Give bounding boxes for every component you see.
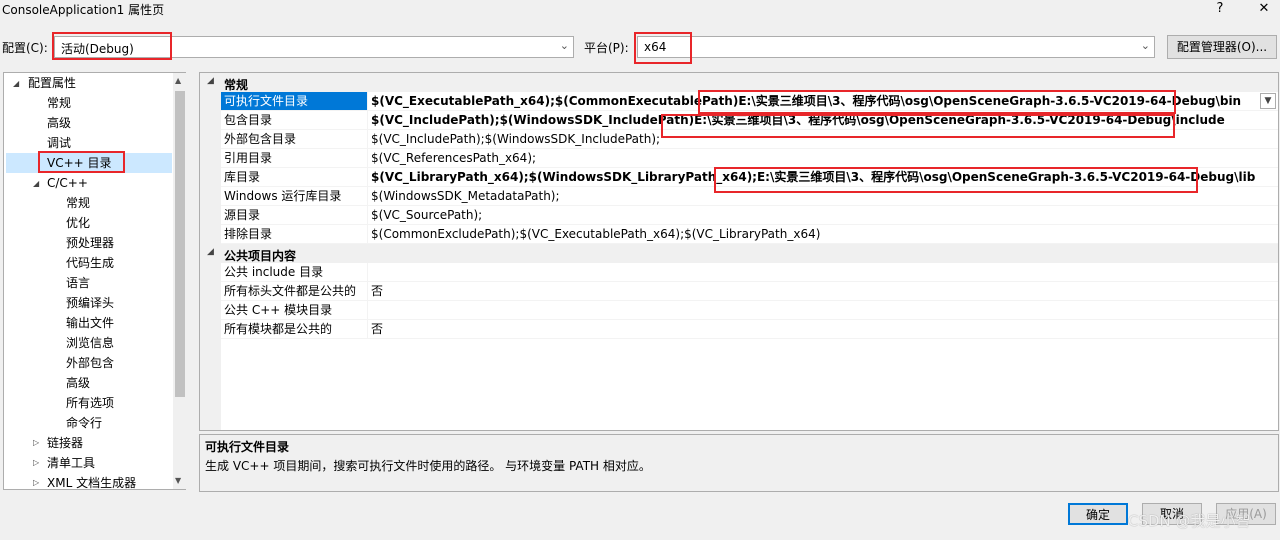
tree-item-all-options[interactable]: 所有选项	[66, 393, 114, 413]
description-panel: 可执行文件目录 生成 VC++ 项目期间，搜索可执行文件时使用的路径。 与环境变…	[199, 434, 1279, 492]
tree-item-browse-info[interactable]: 浏览信息	[66, 333, 114, 353]
property-row-executable-dirs[interactable]: 可执行文件目录 $(VC_ExecutablePath_x64);$(Commo…	[200, 92, 1278, 111]
user-path-value: E:\实景三维项目\3、程序代码\osg\OpenSceneGraph-3.6.…	[738, 94, 1242, 108]
collapsed-icon[interactable]: ▷	[33, 458, 39, 467]
inherited-value: $(VC_IncludePath);$(WindowsSDK_IncludePa…	[371, 113, 695, 127]
tree-item-manifest-tool[interactable]: 清单工具	[47, 453, 95, 473]
property-name: 外部包含目录	[221, 130, 367, 149]
config-label: 配置(C):	[2, 41, 48, 55]
property-row-external-include-dirs[interactable]: 外部包含目录 $(VC_IncludePath);$(WindowsSDK_In…	[200, 130, 1278, 149]
category-label: 公共项目内容	[224, 249, 297, 263]
collapsed-icon[interactable]: ▷	[33, 478, 39, 487]
property-row-reference-dirs[interactable]: 引用目录 $(VC_ReferencesPath_x64);	[200, 149, 1278, 168]
property-name: 库目录	[221, 168, 367, 187]
tree-item-preprocessor[interactable]: 预处理器	[66, 233, 114, 253]
watermark: CSDN @我是小智	[1128, 512, 1251, 530]
title-bar: ConsoleApplication1 属性页 ? ✕	[0, 0, 1280, 20]
tree-item-xml-doc-generator[interactable]: XML 文档生成器	[47, 473, 136, 493]
property-tree: ◢ 配置属性 常规 高级 调试 VC++ 目录 ◢ C/C++ 常规 优化 预处…	[3, 72, 187, 493]
property-value[interactable]: $(VC_LibraryPath_x64);$(WindowsSDK_Libra…	[367, 168, 1278, 187]
help-button[interactable]: ?	[1200, 0, 1240, 20]
property-value[interactable]: $(VC_IncludePath);$(WindowsSDK_IncludePa…	[367, 130, 1278, 149]
property-value[interactable]	[367, 301, 1278, 320]
description-title: 可执行文件目录	[205, 440, 290, 454]
collapsed-icon[interactable]: ▷	[33, 438, 39, 447]
property-name: 公共 C++ 模块目录	[221, 301, 367, 320]
expanded-icon[interactable]: ◢	[207, 247, 214, 257]
window-title: ConsoleApplication1 属性页	[2, 3, 165, 17]
property-row-public-module-dirs[interactable]: 公共 C++ 模块目录	[200, 301, 1278, 320]
property-name: 排除目录	[221, 225, 367, 244]
tree-item-linker[interactable]: 链接器	[47, 433, 83, 453]
property-name: 源目录	[221, 206, 367, 225]
tree-item-external-includes[interactable]: 外部包含	[66, 353, 114, 373]
property-row-all-modules-public[interactable]: 所有模块都是公共的 否	[200, 320, 1278, 339]
tree-item-code-generation[interactable]: 代码生成	[66, 253, 114, 273]
property-value[interactable]: $(VC_SourcePath);	[367, 206, 1278, 225]
tree-scrollbar[interactable]: ▲ ▼	[173, 73, 187, 489]
chevron-down-icon[interactable]: ▼	[1260, 93, 1276, 109]
inherited-value: $(VC_ExecutablePath_x64);$(CommonExecuta…	[371, 94, 739, 108]
property-row-source-dirs[interactable]: 源目录 $(VC_SourcePath);	[200, 206, 1278, 225]
property-name: 可执行文件目录	[221, 92, 367, 111]
expanded-icon[interactable]: ◢	[33, 179, 39, 188]
platform-value: x64	[644, 40, 667, 54]
property-row-winrt-library-dirs[interactable]: Windows 运行库目录 $(WindowsSDK_MetadataPath)…	[200, 187, 1278, 206]
tree-item-advanced[interactable]: 高级	[47, 113, 71, 133]
property-row-exclude-dirs[interactable]: 排除目录 $(CommonExcludePath);$(VC_Executabl…	[200, 225, 1278, 244]
property-row-all-headers-public[interactable]: 所有标头文件都是公共的 否	[200, 282, 1278, 301]
scroll-up-icon[interactable]: ▲	[175, 76, 181, 85]
expanded-icon[interactable]: ◢	[207, 76, 214, 86]
close-button[interactable]: ✕	[1244, 0, 1280, 20]
property-value[interactable]: $(WindowsSDK_MetadataPath);	[367, 187, 1278, 206]
scroll-down-icon[interactable]: ▼	[175, 476, 181, 485]
config-value: 活动(Debug)	[61, 42, 134, 56]
property-name: 引用目录	[221, 149, 367, 168]
tree-item-cpp-general[interactable]: 常规	[66, 193, 90, 213]
property-name: 所有标头文件都是公共的	[221, 282, 367, 301]
platform-dropdown[interactable]: x64 ⌄	[637, 36, 1155, 58]
tree-item-language[interactable]: 语言	[66, 273, 90, 293]
category-general[interactable]: ◢ 常规	[200, 73, 1278, 92]
property-row-public-include-dirs[interactable]: 公共 include 目录	[200, 263, 1278, 282]
chevron-down-icon: ⌄	[559, 39, 569, 52]
property-row-library-dirs[interactable]: 库目录 $(VC_LibraryPath_x64);$(WindowsSDK_L…	[200, 168, 1278, 187]
tree-item-precompiled-headers[interactable]: 预编译头	[66, 293, 114, 313]
property-value[interactable]	[367, 263, 1278, 282]
property-grid: ◢ 常规 可执行文件目录 $(VC_ExecutablePath_x64);$(…	[199, 72, 1279, 431]
config-dropdown[interactable]: 活动(Debug) ⌄	[54, 36, 574, 58]
property-value[interactable]: $(VC_ExecutablePath_x64);$(CommonExecuta…	[367, 92, 1278, 111]
tree-item-vc-directories[interactable]: VC++ 目录	[6, 153, 172, 173]
category-label: 常规	[224, 78, 249, 92]
tree-item-general[interactable]: 常规	[47, 93, 71, 113]
tree-item-command-line[interactable]: 命令行	[66, 413, 102, 433]
scrollbar-thumb[interactable]	[175, 91, 185, 397]
category-public-project-content[interactable]: ◢ 公共项目内容	[200, 244, 1278, 263]
config-manager-button[interactable]: 配置管理器(O)...	[1167, 35, 1277, 59]
chevron-down-icon: ⌄	[1140, 39, 1150, 52]
tree-item-output-files[interactable]: 输出文件	[66, 313, 114, 333]
tree-item-cpp-advanced[interactable]: 高级	[66, 373, 90, 393]
property-value[interactable]: 否	[367, 282, 1278, 301]
ok-button[interactable]: 确定	[1068, 503, 1128, 525]
property-value[interactable]: $(VC_ReferencesPath_x64);	[367, 149, 1278, 168]
tree-item-optimization[interactable]: 优化	[66, 213, 90, 233]
property-name: 所有模块都是公共的	[221, 320, 367, 339]
property-name: 公共 include 目录	[221, 263, 367, 282]
tree-item-cpp[interactable]: C/C++	[47, 173, 88, 193]
platform-label: 平台(P):	[584, 41, 629, 55]
property-row-include-dirs[interactable]: 包含目录 $(VC_IncludePath);$(WindowsSDK_Incl…	[200, 111, 1278, 130]
property-value[interactable]: $(CommonExcludePath);$(VC_ExecutablePath…	[367, 225, 1278, 244]
property-value[interactable]: $(VC_IncludePath);$(WindowsSDK_IncludePa…	[367, 111, 1278, 130]
tree-item-debugging[interactable]: 调试	[47, 133, 71, 153]
property-value[interactable]: 否	[367, 320, 1278, 339]
description-text: 生成 VC++ 项目期间，搜索可执行文件时使用的路径。 与环境变量 PATH 相…	[205, 459, 651, 473]
inherited-value: $(VC_LibraryPath_x64);$(WindowsSDK_Libra…	[371, 170, 757, 184]
property-name: Windows 运行库目录	[221, 187, 367, 206]
user-path-value: E:\实景三维项目\3、程序代码\osg\OpenSceneGraph-3.6.…	[756, 170, 1256, 184]
expanded-icon[interactable]: ◢	[13, 79, 19, 88]
property-name: 包含目录	[221, 111, 367, 130]
tree-item-config-properties[interactable]: 配置属性	[28, 73, 76, 93]
user-path-value: E:\实景三维项目\3、程序代码\osg\OpenSceneGraph-3.6.…	[694, 113, 1225, 127]
